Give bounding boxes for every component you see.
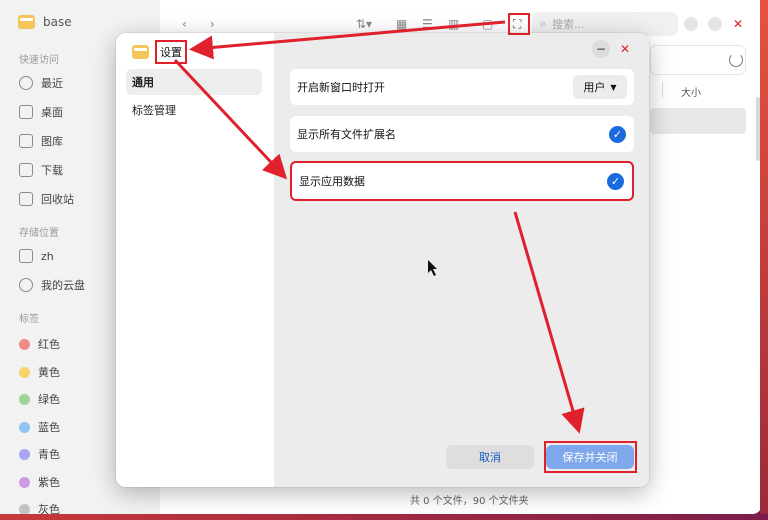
- tag-dot-icon: [19, 393, 30, 405]
- clock-icon: [19, 76, 33, 90]
- sidebar-tag-purple[interactable]: 紫色: [19, 474, 60, 490]
- sidebar-item-downloads[interactable]: 下载: [19, 162, 63, 178]
- minimize-icon[interactable]: [708, 17, 722, 31]
- open-location-select[interactable]: 用户 ▼: [573, 75, 627, 99]
- search-icon: ⌕: [540, 17, 547, 30]
- setting-row-show-extensions: 显示所有文件扩展名 ✓: [290, 116, 634, 152]
- forward-icon[interactable]: ›: [210, 17, 215, 31]
- computer-icon: [19, 249, 33, 263]
- section-tags: 标签: [19, 314, 39, 325]
- close-dialog-icon[interactable]: ✕: [616, 40, 634, 58]
- preview-icon[interactable]: ▢: [482, 17, 493, 31]
- folder-icon: [18, 15, 35, 29]
- setting-label: 显示所有文件扩展名: [297, 128, 396, 141]
- desktop-edge: [760, 0, 768, 514]
- save-and-close-button[interactable]: 保存并关闭: [546, 445, 634, 469]
- settings-nav: 设置 通用 标签管理: [116, 33, 274, 487]
- sidebar-tag-gray[interactable]: 灰色: [19, 501, 60, 514]
- column-divider: [662, 82, 663, 98]
- section-storage: 存储位置: [19, 228, 59, 239]
- sidebar-tag-green[interactable]: 绿色: [19, 391, 60, 407]
- fullscreen-icon[interactable]: ⛶: [513, 17, 521, 32]
- minimize-dialog-icon[interactable]: −: [592, 40, 610, 58]
- refresh-icon[interactable]: [729, 53, 743, 67]
- app-folder-icon: [132, 45, 149, 59]
- sidebar-item-trash[interactable]: 回收站: [19, 191, 74, 207]
- download-icon: [19, 163, 33, 177]
- settings-dialog: 设置 通用 标签管理 − ✕ 开启新窗口时打开 用户 ▼ 显示所有文件扩展名 ✓…: [116, 33, 649, 487]
- tag-dot-icon: [19, 503, 30, 514]
- column-header-size[interactable]: 大小: [681, 84, 701, 99]
- column-view-icon[interactable]: ▥: [448, 17, 459, 31]
- setting-row-show-app-data: 显示应用数据 ✓: [290, 161, 634, 201]
- tag-dot-icon: [19, 338, 30, 350]
- dropdown-icon: ▼: [610, 82, 617, 92]
- dialog-titlebar: 设置: [132, 40, 187, 64]
- folder-name: base: [43, 15, 72, 29]
- sidebar-item-gallery[interactable]: 图库: [19, 133, 63, 149]
- close-window-icon[interactable]: ✕: [733, 17, 743, 31]
- nav-item-tag-management[interactable]: 标签管理: [126, 97, 262, 123]
- table-row[interactable]: [650, 108, 746, 134]
- list-view-icon[interactable]: ☰: [422, 17, 433, 31]
- sidebar-item-desktop[interactable]: 桌面: [19, 104, 63, 120]
- dialog-title: 设置: [155, 40, 187, 64]
- back-icon[interactable]: ‹: [182, 17, 187, 31]
- sidebar-tag-red[interactable]: 红色: [19, 336, 60, 352]
- sidebar-tag-yellow[interactable]: 黄色: [19, 364, 60, 380]
- section-quick-access: 快速访问: [19, 55, 59, 66]
- cloud-icon: [19, 278, 33, 292]
- show-app-data-checkbox[interactable]: ✓: [607, 172, 624, 190]
- sidebar-header: base: [18, 15, 72, 29]
- sidebar-item-zh[interactable]: zh: [19, 249, 54, 263]
- desktop-icon: [19, 105, 33, 119]
- trash-icon: [19, 192, 33, 206]
- setting-row-open-new-window: 开启新窗口时打开 用户 ▼: [290, 69, 634, 105]
- setting-label: 开启新窗口时打开: [297, 81, 385, 94]
- grid-view-icon[interactable]: ▦: [396, 17, 407, 31]
- sort-icon[interactable]: ⇅▾: [356, 17, 372, 31]
- image-icon: [19, 134, 33, 148]
- tag-dot-icon: [19, 448, 30, 460]
- status-bar: 共 0 个文件，90 个文件夹: [410, 496, 529, 507]
- show-extensions-checkbox[interactable]: ✓: [609, 125, 626, 143]
- nav-item-general[interactable]: 通用: [126, 69, 262, 95]
- tag-dot-icon: [19, 366, 30, 378]
- setting-label: 显示应用数据: [299, 175, 365, 188]
- sidebar-tag-cyan[interactable]: 青色: [19, 446, 60, 462]
- settings-content: − ✕ 开启新窗口时打开 用户 ▼ 显示所有文件扩展名 ✓ 显示应用数据 ✓ 取…: [274, 33, 649, 487]
- tag-dot-icon: [19, 476, 30, 488]
- tag-dot-icon: [19, 421, 30, 433]
- sidebar-item-cloud[interactable]: 我的云盘: [19, 277, 85, 293]
- sidebar-item-recent[interactable]: 最近: [19, 75, 63, 91]
- window-menu-icon[interactable]: [684, 17, 698, 31]
- cancel-button[interactable]: 取消: [446, 445, 534, 469]
- sidebar-tag-blue[interactable]: 蓝色: [19, 419, 60, 435]
